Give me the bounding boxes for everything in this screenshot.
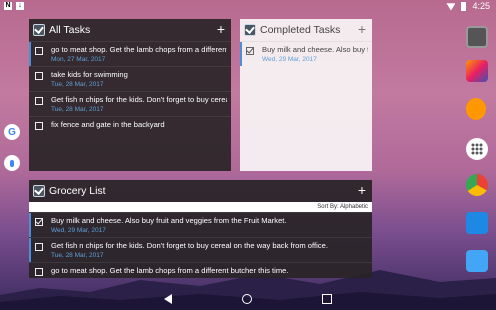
gallery-app-icon[interactable] [466, 60, 488, 82]
wifi-icon [446, 3, 456, 11]
clock: 4:25 [472, 1, 490, 11]
task-checkbox[interactable] [35, 47, 43, 55]
task-checkbox[interactable] [35, 72, 43, 80]
google-search-button[interactable]: G [4, 124, 20, 140]
grid-dots-icon [471, 143, 483, 155]
add-task-button[interactable]: + [217, 21, 225, 37]
mic-button[interactable] [4, 155, 20, 171]
status-bar: N ↓ 4:25 [0, 0, 496, 14]
task-checkbox[interactable] [35, 97, 43, 105]
task-row[interactable]: Buy milk and cheese. Also buy fr Wed, 29… [240, 41, 372, 66]
n-notification-icon: N [4, 2, 12, 10]
task-row[interactable]: Buy milk and cheese. Also buy fruit and … [29, 212, 372, 237]
download-notification-icon: ↓ [16, 2, 24, 10]
task-checkbox[interactable] [35, 218, 43, 226]
sort-label[interactable]: Sort By: Alphabetic [29, 202, 372, 212]
all-tasks-widget: All Tasks + go to meat shop. Get the lam… [29, 19, 231, 171]
status-right: 4:25 [446, 1, 490, 11]
chrome-app-icon[interactable] [466, 174, 488, 196]
add-task-button[interactable]: + [358, 182, 366, 198]
play-music-icon[interactable] [466, 98, 486, 120]
completed-tasks-widget: Completed Tasks + Buy milk and cheese. A… [240, 19, 372, 171]
task-checkbox[interactable] [35, 122, 43, 130]
app-logo-icon[interactable] [33, 185, 45, 197]
grocery-list-header: Grocery List + [29, 180, 372, 202]
app-dock [456, 14, 496, 276]
notification-icons: N ↓ [4, 2, 24, 10]
task-row[interactable]: fix fence and gate in the backyard [29, 116, 231, 132]
contacts-app-icon[interactable] [466, 212, 488, 234]
home-button[interactable] [242, 294, 252, 304]
task-row[interactable]: go to meat shop. Get the lamb chops from… [29, 262, 372, 278]
task-row[interactable]: go to meat shop. Get the lamb chops from… [29, 41, 231, 66]
completed-tasks-title[interactable]: Completed Tasks [260, 24, 340, 36]
apps-launcher-icon[interactable] [466, 138, 488, 160]
battery-icon [461, 1, 467, 11]
camera-app-icon[interactable] [466, 26, 488, 48]
completed-tasks-header: Completed Tasks + [240, 19, 372, 41]
all-tasks-title[interactable]: All Tasks [49, 24, 90, 36]
navigation-bar [0, 288, 496, 310]
task-row[interactable]: take kids for swimming Tue, 28 Mar, 2017 [29, 66, 231, 91]
task-checkbox[interactable] [35, 243, 43, 251]
recents-button[interactable] [322, 294, 332, 304]
messaging-app-icon[interactable] [466, 250, 488, 272]
grocery-list-title[interactable]: Grocery List [49, 185, 106, 197]
grocery-list-widget: Grocery List + Sort By: Alphabetic Buy m… [29, 180, 372, 278]
task-checkbox[interactable] [246, 47, 254, 55]
add-task-button[interactable]: + [358, 21, 366, 37]
back-button[interactable] [164, 294, 172, 304]
app-logo-icon[interactable] [244, 24, 256, 36]
task-row[interactable]: Get fish n chips for the kids. Don't for… [29, 237, 372, 262]
task-checkbox[interactable] [35, 268, 43, 276]
task-row[interactable]: Get fish n chips for the kids. Don't for… [29, 91, 231, 116]
app-logo-icon[interactable] [33, 24, 45, 36]
all-tasks-header: All Tasks + [29, 19, 231, 41]
mic-icon [10, 159, 14, 167]
